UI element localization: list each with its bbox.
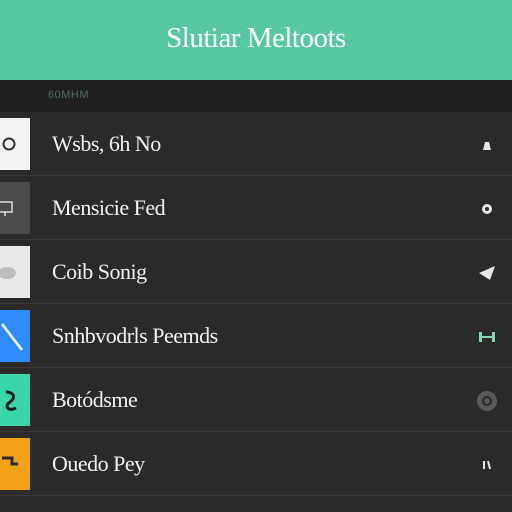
list-item[interactable]: Wsbs, 6h No (0, 112, 512, 176)
page-title: Slutiar Meltoots (166, 21, 346, 54)
circle-badge-icon (0, 118, 30, 170)
list-item-label: Wsbs, 6h No (52, 131, 161, 156)
settings-list: Wsbs, 6h No Mensicie Fed Coib Sonig Snhb… (0, 112, 512, 496)
list-item-label: Snhbvodrls Peemds (52, 323, 218, 348)
list-item-label: Coib Sonig (52, 259, 147, 284)
list-item-label: Ouedo Pey (52, 451, 145, 476)
pen-icon (0, 310, 30, 362)
arrow-icon[interactable] (476, 262, 498, 284)
section-label: 60MHM (48, 89, 90, 101)
display-icon (0, 182, 30, 234)
lock-icon[interactable] (476, 134, 498, 156)
list-item-label: Botódsme (52, 387, 138, 412)
settings-circle-icon[interactable] (476, 390, 498, 412)
chevron-icon[interactable] (476, 454, 498, 476)
spanner-icon (0, 438, 30, 490)
swirl-icon (0, 374, 30, 426)
list-item[interactable]: Mensicie Fed (0, 176, 512, 240)
list-item[interactable]: Botódsme (0, 368, 512, 432)
app-screen: Slutiar Meltoots 60MHM Wsbs, 6h No Mensi… (0, 0, 512, 512)
cloud-icon (0, 246, 30, 298)
header-bar: Slutiar Meltoots (0, 0, 512, 80)
section-header: 60MHM (0, 80, 512, 112)
ruler-icon[interactable] (476, 326, 498, 348)
list-item[interactable]: Coib Sonig (0, 240, 512, 304)
list-item[interactable]: Snhbvodrls Peemds (0, 304, 512, 368)
list-item-label: Mensicie Fed (52, 195, 166, 220)
record-icon[interactable] (476, 198, 498, 220)
list-item[interactable]: Ouedo Pey (0, 432, 512, 496)
